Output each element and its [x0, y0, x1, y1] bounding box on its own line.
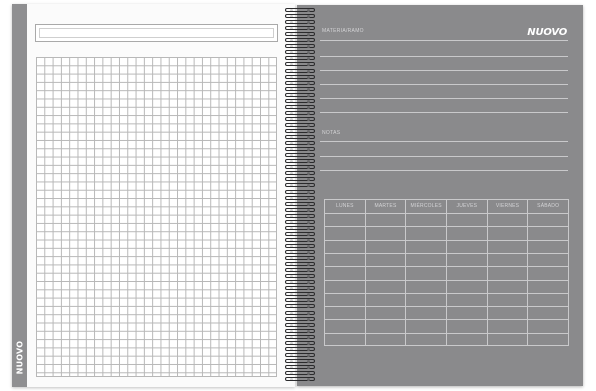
spiral-coil: [283, 74, 317, 80]
spiral-coil: [283, 135, 317, 140]
schedule-row-line: [325, 279, 568, 281]
spiral-coil: [283, 20, 317, 25]
spiral-coil: [283, 310, 317, 316]
subject-line: [320, 40, 568, 41]
schedule-row-line: [325, 266, 568, 268]
spiral-coil: [283, 371, 317, 376]
spiral-coil: [283, 298, 317, 303]
grid-page: NUOVO: [12, 4, 295, 387]
schedule-day-header: VIERNES: [495, 203, 520, 209]
spiral-coil: [283, 256, 317, 261]
spiral-coil: [283, 159, 317, 164]
spiral-coil: [283, 116, 317, 122]
subject-line: [320, 70, 568, 71]
subject-line: [320, 112, 568, 113]
spiral-coil: [283, 147, 317, 152]
spiral-coil: [283, 68, 317, 74]
spiral-coil: [283, 14, 317, 19]
spiral-coil: [283, 292, 317, 297]
spiral-coil: [283, 243, 317, 249]
spiral-coil: [283, 50, 317, 55]
spiral-coil: [283, 377, 317, 382]
spine-logo-text: NUOVO: [15, 340, 25, 374]
subject-label: MATERIA/RAMO: [322, 28, 364, 34]
spiral-coil: [283, 171, 317, 176]
brand-logo: NUOVO: [527, 27, 567, 38]
spine-logo: NUOVO: [13, 337, 26, 377]
spiral-coil: [283, 189, 317, 195]
spiral-coil: [283, 358, 317, 364]
spiral-coil: [283, 334, 317, 340]
spiral-coil: [283, 316, 317, 322]
subject-line: [320, 56, 568, 57]
spiral-coil: [283, 165, 317, 170]
schedule-day-header: MIÉRCOLES: [410, 203, 442, 209]
spiral-coil: [283, 262, 317, 267]
notes-line: [320, 141, 568, 142]
schedule-row-line: [325, 226, 568, 228]
schedule-day-header: MARTES: [374, 203, 397, 209]
spiral-coil: [283, 286, 317, 291]
schedule-day-header: SÁBADO: [537, 203, 560, 209]
spiral-coil: [283, 26, 317, 31]
spiral-coil: [283, 250, 317, 255]
spiral-coil: [283, 340, 317, 346]
spiral-coil: [283, 328, 317, 334]
spiral-coil: [283, 237, 317, 243]
schedule-row-line: [325, 306, 568, 308]
schedule-row-line: [325, 319, 568, 321]
spiral-coil: [283, 304, 317, 309]
spiral-coil: [283, 268, 317, 273]
page-header-box: [35, 24, 278, 42]
spiral-coil: [283, 280, 317, 285]
spiral-coil: [283, 225, 317, 231]
spiral-coil: [283, 346, 317, 352]
subject-line: [320, 98, 568, 99]
spiral-coil: [283, 322, 317, 328]
notes-line: [320, 170, 568, 171]
spiral-coil: [283, 38, 317, 43]
schedule-row-line: [325, 213, 568, 214]
spiral-coil: [283, 364, 317, 370]
spiral-coil: [283, 92, 317, 98]
schedule-row-line: [325, 332, 568, 334]
spiral-coil: [283, 183, 317, 188]
spiral-coil: [283, 352, 317, 358]
spiral-coil: [283, 80, 317, 86]
spiral-coil: [283, 62, 317, 67]
spiral-coil: [283, 177, 317, 182]
spiral-coil: [283, 207, 317, 213]
spiral-coil: [283, 201, 317, 207]
spiral-coil: [283, 8, 317, 13]
spiral-coil: [283, 195, 317, 201]
spiral-coil: [283, 129, 317, 134]
schedule-day-header: LUNES: [335, 203, 354, 209]
spiral-coil: [283, 110, 317, 116]
schedule-day-header: JUEVES: [456, 203, 478, 209]
schedule-row-line: [325, 252, 568, 254]
subject-line: [320, 84, 568, 85]
spiral-coil: [283, 104, 317, 110]
spiral-coil: [283, 219, 317, 225]
spiral-coil: [283, 274, 317, 279]
graph-paper-grid: [36, 57, 277, 377]
spiral-coil: [283, 231, 317, 237]
spiral-coil: [283, 86, 317, 92]
spiral-binding: [283, 8, 319, 384]
schedule-row-line: [325, 292, 568, 294]
weekly-schedule-table: LUNES MARTES MIÉRCOLES JUEVES VIERNES SÁBADO: [324, 199, 569, 346]
spiral-coil: [283, 32, 317, 37]
schedule-row-line: [325, 239, 568, 241]
open-notebook: NUOVO NUOVO MATERIA/RAMO NOTAS LUNES MART…: [0, 0, 596, 391]
spiral-coil: [283, 98, 317, 104]
spiral-coil: [283, 56, 317, 61]
page-spine-strip: NUOVO: [12, 4, 27, 387]
notes-line: [320, 156, 568, 157]
notes-label: NOTAS: [322, 130, 341, 136]
spiral-coil: [283, 122, 317, 128]
spiral-coil: [283, 153, 317, 158]
spiral-coil: [283, 44, 317, 49]
spiral-coil: [283, 213, 317, 219]
spiral-coil: [283, 141, 317, 146]
